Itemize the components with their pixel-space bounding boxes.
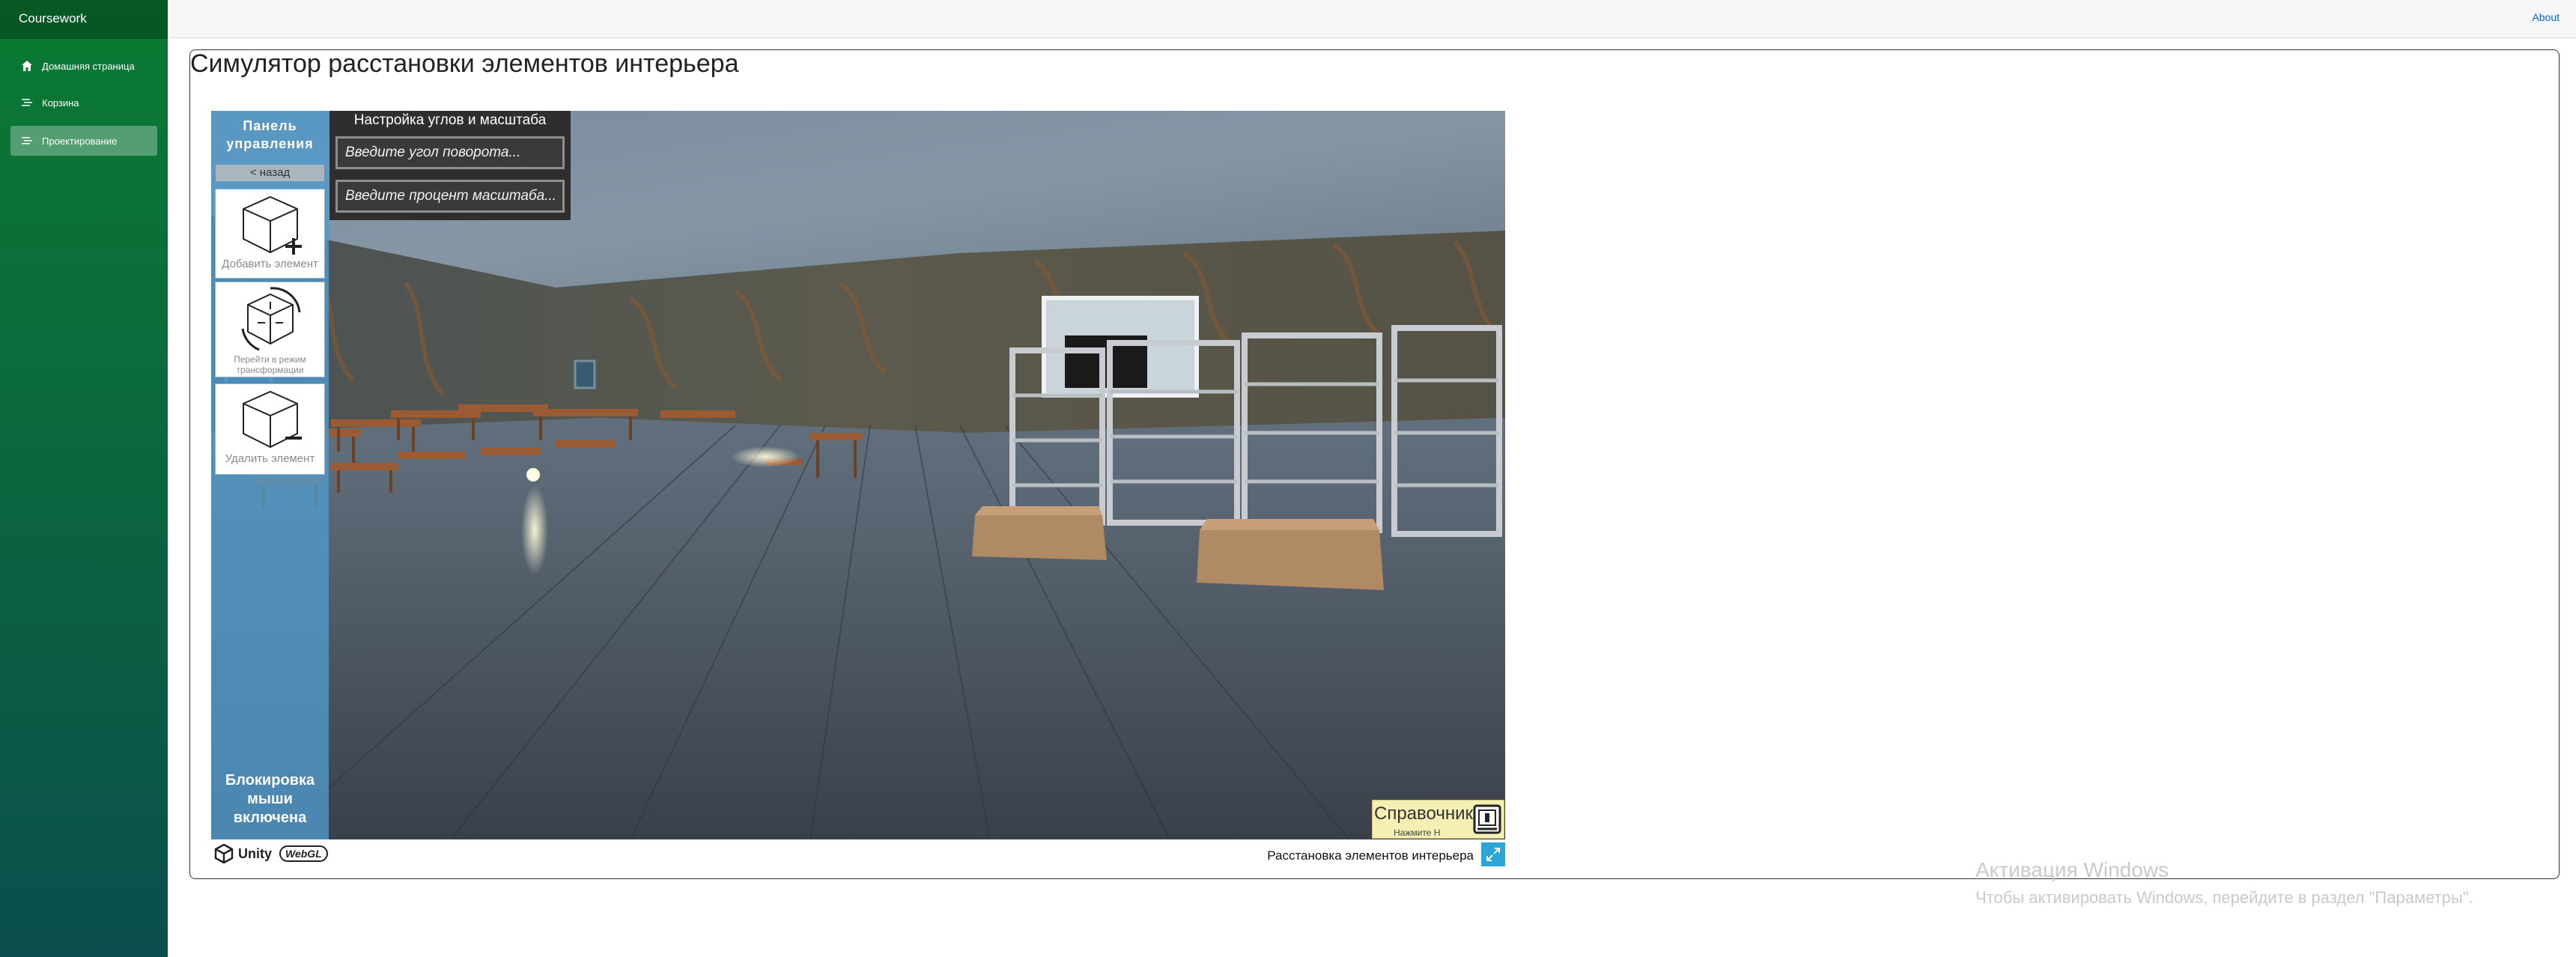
unity-logo: Unity WebGL <box>214 844 328 863</box>
fullscreen-button[interactable] <box>1481 842 1505 866</box>
unity-label: Unity <box>238 845 272 861</box>
cube-minus-icon <box>242 390 302 449</box>
player-title: Расстановка элементов интерьера <box>1267 848 1474 863</box>
brand-name[interactable]: Coursework <box>0 0 168 39</box>
cube-transform-icon <box>241 287 300 351</box>
sidebar-item-design[interactable]: Проектирование <box>10 126 157 156</box>
transform-mode-button[interactable]: Перейти в режим трансформации <box>215 282 325 377</box>
unity-icon <box>214 844 234 863</box>
about-link[interactable]: About <box>2532 11 2560 23</box>
add-element-button[interactable]: Добавить элемент <box>215 189 325 279</box>
webgl-logo: WebGL <box>279 845 328 862</box>
page-title: Симулятор расстановки элементов интерьер… <box>190 49 739 78</box>
help-hint: Нажмите H <box>1394 827 1441 838</box>
scale-percent-input[interactable] <box>335 180 565 213</box>
angles-scale-panel: Настройка углов и масштаба <box>329 111 571 220</box>
sidebar-item-label: Проектирование <box>42 135 118 147</box>
transform-mode-label: Перейти в режим трансформации <box>216 354 324 375</box>
book-icon <box>1473 804 1501 834</box>
cube-plus-icon <box>242 195 302 255</box>
help-reference-button[interactable]: Справочник Нажмите H <box>1372 800 1504 839</box>
unity-footer: Unity WebGL Расстановка элементов интерь… <box>211 839 1505 869</box>
control-panel-title: Панель управления <box>211 117 329 153</box>
sidebar-item-label: Домашняя страница <box>42 60 135 72</box>
mouse-lock-status: Блокировка мыши включена <box>211 771 329 827</box>
help-title: Справочник <box>1374 803 1473 824</box>
sidebar-item-home[interactable]: Домашняя страница <box>10 51 157 81</box>
back-button[interactable]: < назад <box>216 165 324 181</box>
top-bar: About <box>168 0 2576 38</box>
list-icon <box>21 97 33 109</box>
control-panel-title-line2: управления <box>226 136 314 151</box>
angles-scale-title: Настройка углов и масштаба <box>353 112 547 128</box>
fullscreen-icon <box>1486 848 1500 861</box>
mouse-lock-line1: Блокировка <box>225 772 315 789</box>
sidebar: Coursework Домашняя страница Корзина Про… <box>0 0 168 957</box>
control-panel: Панель управления < назад Добавить элеме… <box>211 111 329 839</box>
delete-element-button[interactable]: Удалить элемент <box>215 383 325 475</box>
windows-activation-hint: Чтобы активировать Windows, перейдите в … <box>1975 888 2473 907</box>
mouse-lock-line2: мыши включена <box>233 791 307 826</box>
control-panel-title-line1: Панель <box>243 118 297 133</box>
add-element-label: Добавить элемент <box>222 258 318 270</box>
rotation-angle-input[interactable] <box>335 136 565 169</box>
transform-mode-label-line2: трансформации <box>236 365 304 375</box>
home-icon <box>21 60 33 72</box>
delete-element-label: Удалить элемент <box>225 452 315 465</box>
list-icon <box>21 135 33 147</box>
transform-mode-label-line1: Перейти в режим <box>234 354 306 365</box>
sidebar-item-label: Корзина <box>42 97 79 109</box>
windows-activation-title: Активация Windows <box>1975 858 2169 881</box>
sidebar-item-cart[interactable]: Корзина <box>10 88 157 118</box>
